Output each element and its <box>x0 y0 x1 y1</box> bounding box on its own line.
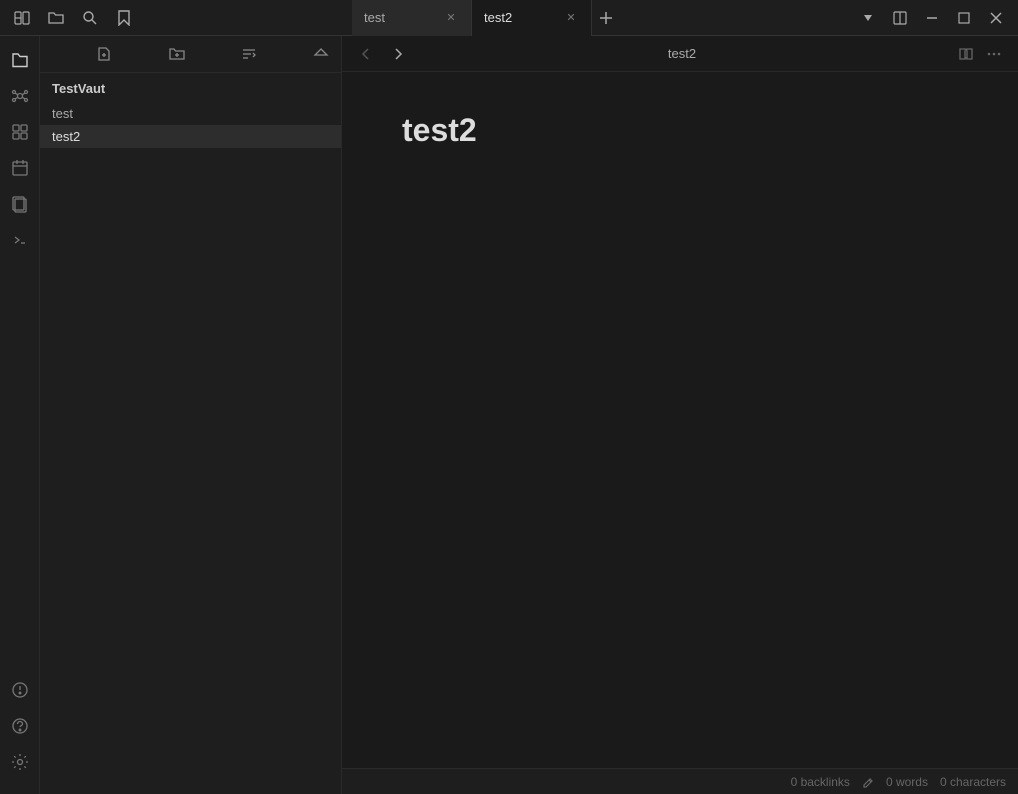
tab-test[interactable]: test ✕ <box>352 0 472 36</box>
new-tab-button[interactable] <box>592 4 620 32</box>
reading-view-button[interactable] <box>954 42 978 66</box>
tab-test2-label: test2 <box>484 10 512 25</box>
vault-name: TestVaut <box>40 73 341 100</box>
file-item-test-label: test <box>52 106 73 121</box>
collapse-button[interactable] <box>309 42 333 66</box>
rail-plugins-icon[interactable] <box>4 116 36 148</box>
close-button[interactable] <box>982 4 1010 32</box>
editor-area: test2 test2 <box>342 36 1018 794</box>
nav-back-button[interactable] <box>354 42 378 66</box>
tabs-dropdown-button[interactable] <box>854 4 882 32</box>
nav-forward-button[interactable] <box>386 42 410 66</box>
file-item-test[interactable]: test <box>40 102 341 125</box>
sidebar-toggle-icon[interactable] <box>8 4 36 32</box>
status-bar: 0 backlinks 0 words 0 characters <box>342 768 1018 794</box>
file-item-test2-label: test2 <box>52 129 80 144</box>
file-panel-toolbar <box>40 36 341 73</box>
file-item-test2[interactable]: test2 <box>40 125 341 148</box>
backlinks-count: 0 backlinks <box>791 775 850 789</box>
rail-bottom <box>4 674 36 786</box>
editor-content[interactable]: test2 <box>342 72 1018 768</box>
sort-button[interactable] <box>237 42 261 66</box>
window-controls <box>854 4 1010 32</box>
tab-test2-close[interactable]: ✕ <box>563 10 579 26</box>
editor-actions <box>954 42 1006 66</box>
tab-test-close[interactable]: ✕ <box>443 10 459 26</box>
new-note-button[interactable] <box>92 42 116 66</box>
main-layout: TestVaut test test2 test2 <box>0 36 1018 794</box>
words-count: 0 words <box>886 775 928 789</box>
editor-title: test2 <box>418 46 946 61</box>
edit-icon <box>862 776 874 788</box>
editor-toolbar: test2 <box>342 36 1018 72</box>
rail-publish-icon[interactable] <box>4 674 36 706</box>
rail-files-icon[interactable] <box>4 44 36 76</box>
icon-rail <box>0 36 40 794</box>
open-folder-icon[interactable] <box>42 4 70 32</box>
minimize-button[interactable] <box>918 4 946 32</box>
characters-count: 0 characters <box>940 775 1006 789</box>
title-bar: test ✕ test2 ✕ <box>0 0 1018 36</box>
layout-button[interactable] <box>886 4 914 32</box>
new-folder-button[interactable] <box>165 42 189 66</box>
rail-help-icon[interactable] <box>4 710 36 742</box>
rail-graph-icon[interactable] <box>4 80 36 112</box>
rail-settings-icon[interactable] <box>4 746 36 778</box>
tab-test-label: test <box>364 10 385 25</box>
more-options-button[interactable] <box>982 42 1006 66</box>
tabs-area: test ✕ test2 ✕ <box>352 0 850 36</box>
maximize-button[interactable] <box>950 4 978 32</box>
characters-status: 0 characters <box>940 775 1006 789</box>
words-status: 0 words <box>886 775 928 789</box>
backlinks-status[interactable]: 0 backlinks <box>791 775 850 789</box>
file-list: test test2 <box>40 100 341 150</box>
rail-terminal-icon[interactable] <box>4 224 36 256</box>
rail-calendar-icon[interactable] <box>4 152 36 184</box>
search-icon[interactable] <box>76 4 104 32</box>
document-heading: test2 <box>402 112 958 149</box>
tab-test2[interactable]: test2 ✕ <box>472 0 592 36</box>
title-bar-left <box>8 4 348 32</box>
rail-copy-icon[interactable] <box>4 188 36 220</box>
bookmark-icon[interactable] <box>110 4 138 32</box>
file-panel: TestVaut test test2 <box>40 36 342 794</box>
